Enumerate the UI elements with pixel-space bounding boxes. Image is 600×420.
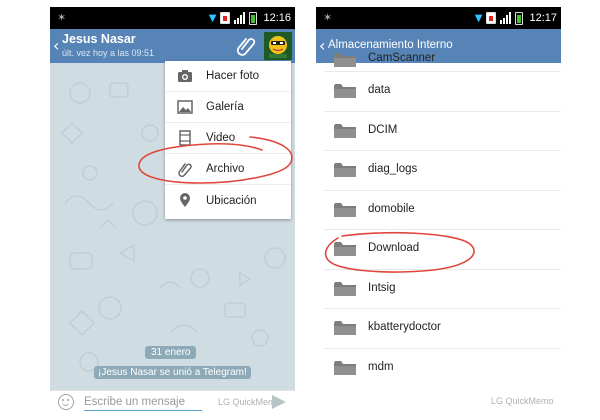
menu-item-ubicacion[interactable]: Ubicación bbox=[165, 185, 291, 216]
paperclip-icon bbox=[178, 163, 192, 177]
menu-item-video[interactable]: Video bbox=[165, 123, 291, 154]
back-chevron-icon[interactable]: ‹ bbox=[53, 36, 59, 55]
menu-item-archivo[interactable]: Archivo bbox=[165, 154, 291, 185]
wifi-icon: ▼ bbox=[208, 12, 217, 24]
camera-icon bbox=[178, 70, 192, 82]
folder-name: Intsig bbox=[368, 281, 396, 294]
folder-icon bbox=[334, 360, 356, 375]
battery-icon bbox=[249, 11, 258, 25]
folder-name: domobile bbox=[368, 202, 415, 215]
quickmemo-watermark: LG QuickMemo bbox=[491, 396, 554, 406]
usb-debug-icon: ✶ bbox=[57, 11, 67, 24]
battery-icon bbox=[515, 11, 524, 25]
menu-item-galeria[interactable]: Galería bbox=[165, 92, 291, 123]
menu-item-label: Hacer foto bbox=[206, 70, 260, 82]
menu-item-label: Video bbox=[206, 132, 236, 144]
folder-icon bbox=[334, 281, 356, 296]
folder-name: mdm bbox=[368, 360, 394, 373]
folder-name: data bbox=[368, 84, 391, 96]
status-bar: ✶ ▼ 12:16 bbox=[50, 7, 295, 29]
notification-icon bbox=[220, 12, 231, 24]
status-time: 12:16 bbox=[263, 12, 291, 24]
send-icon[interactable] bbox=[272, 395, 286, 409]
menu-item-label: Ubicación bbox=[206, 194, 257, 207]
avatar[interactable] bbox=[264, 32, 292, 60]
folder-row[interactable]: mdm bbox=[324, 349, 561, 389]
status-bar: ✶ ▼ 12:17 bbox=[316, 7, 561, 29]
folder-row[interactable]: domobile bbox=[324, 191, 561, 230]
menu-item-label: Archivo bbox=[206, 163, 245, 175]
chat-header: ‹ Jesus Nasar últ. vez hoy a las 09:51 bbox=[50, 29, 295, 63]
folder-row[interactable]: CamScanner bbox=[324, 48, 561, 72]
folder-row[interactable]: DCIM bbox=[324, 112, 561, 151]
folder-icon bbox=[334, 321, 356, 335]
date-badge: 31 enero bbox=[145, 346, 197, 359]
attach-menu: Hacer foto Galería Video Archivo Ubicaci… bbox=[165, 61, 291, 219]
telegram-chat-screen: ✶ ▼ 12:16 ‹ Jesus Nasar últ. vez hoy a l… bbox=[50, 7, 295, 412]
usb-debug-icon: ✶ bbox=[323, 11, 333, 24]
folder-icon bbox=[334, 53, 356, 67]
folder-list: CamScanner data DCIM diag_logs domobile Downl… bbox=[316, 48, 561, 388]
folder-icon bbox=[334, 163, 356, 177]
folder-icon bbox=[334, 123, 356, 138]
menu-item-hacer-foto[interactable]: Hacer foto bbox=[165, 61, 291, 92]
gallery-icon bbox=[177, 100, 193, 114]
video-icon bbox=[179, 130, 191, 146]
folder-row[interactable]: data bbox=[324, 72, 561, 112]
folder-icon bbox=[334, 84, 356, 98]
folder-name: diag_logs bbox=[368, 163, 418, 175]
folder-name: Download bbox=[368, 242, 420, 254]
folder-row[interactable]: Intsig bbox=[324, 270, 561, 309]
signal-icon bbox=[500, 12, 512, 24]
menu-item-label: Galería bbox=[206, 101, 244, 113]
status-time: 12:17 bbox=[529, 12, 557, 24]
last-seen-status: últ. vez hoy a las 09:51 bbox=[62, 48, 155, 58]
contact-name[interactable]: Jesus Nasar bbox=[62, 32, 136, 46]
folder-name: kbatterydoctor bbox=[368, 321, 441, 333]
folder-name: DCIM bbox=[368, 123, 398, 136]
folder-icon bbox=[334, 202, 356, 217]
location-pin-icon bbox=[180, 193, 190, 207]
folder-name: CamScanner bbox=[368, 52, 436, 64]
emoji-icon[interactable] bbox=[58, 394, 74, 410]
wifi-icon: ▼ bbox=[474, 12, 483, 24]
file-manager-screen: ✶ ▼ 12:17 ‹ Almacenamiento Interno CamSc… bbox=[316, 7, 561, 412]
paperclip-icon[interactable] bbox=[235, 34, 257, 58]
notification-icon bbox=[486, 12, 497, 24]
folder-icon bbox=[334, 242, 356, 256]
folder-row[interactable]: kbatterydoctor bbox=[324, 309, 561, 349]
folder-row[interactable]: diag_logs bbox=[324, 151, 561, 191]
signal-icon bbox=[234, 12, 246, 24]
message-input-bar: LG QuickMemo bbox=[50, 390, 295, 412]
folder-row[interactable]: Download bbox=[324, 230, 561, 270]
message-input[interactable] bbox=[84, 394, 202, 411]
service-message: ¡Jesus Nasar se unió a Telegram! bbox=[94, 366, 251, 379]
